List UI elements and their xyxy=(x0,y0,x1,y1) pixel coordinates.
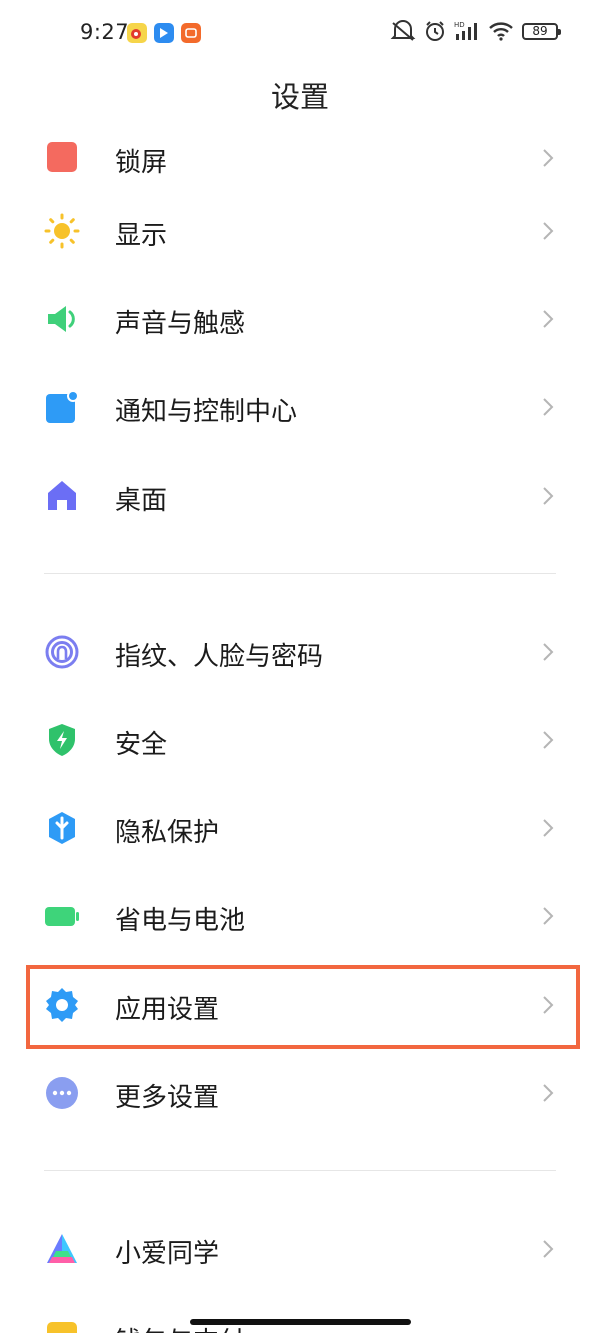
settings-item-security[interactable]: 安全 xyxy=(0,696,600,784)
notification-icon xyxy=(46,390,79,423)
chevron-right-icon xyxy=(543,907,554,925)
chevron-right-icon xyxy=(543,643,554,661)
settings-list: 锁屏 显示 声音与触感 通知与控制中心 桌面 指纹、人脸与密码 安全 隐私保护 … xyxy=(0,0,600,1333)
battery-icon xyxy=(45,907,79,926)
wallet-icon xyxy=(47,1322,77,1333)
chevron-right-icon xyxy=(543,819,554,837)
settings-item-app-settings[interactable]: 应用设置 xyxy=(0,961,600,1049)
settings-item-display[interactable]: 显示 xyxy=(0,187,600,275)
home-icon xyxy=(48,481,76,510)
settings-item-label: 指纹、人脸与密码 xyxy=(115,642,324,672)
settings-item-label: 隐私保护 xyxy=(115,818,220,848)
settings-item-label: 应用设置 xyxy=(115,995,220,1025)
settings-item-label: 安全 xyxy=(115,730,168,760)
settings-item-label: 桌面 xyxy=(115,486,168,516)
sun-icon xyxy=(44,213,80,249)
more-icon xyxy=(46,1077,78,1109)
gear-icon xyxy=(46,988,78,1022)
chevron-right-icon xyxy=(543,996,554,1014)
chevron-right-icon xyxy=(543,731,554,749)
fingerprint-icon xyxy=(45,635,79,669)
chevron-right-icon xyxy=(543,222,554,240)
chevron-right-icon xyxy=(543,149,554,167)
section-divider xyxy=(44,573,556,574)
settings-item-label: 锁屏 xyxy=(115,148,168,178)
xiaoai-icon xyxy=(47,1234,77,1263)
chevron-right-icon xyxy=(543,398,554,416)
settings-item-sound[interactable]: 声音与触感 xyxy=(0,275,600,363)
settings-item-wallet[interactable]: 钱包与支付 xyxy=(0,1293,600,1333)
settings-item-battery[interactable]: 省电与电池 xyxy=(0,872,600,960)
chevron-right-icon xyxy=(543,310,554,328)
speaker-icon xyxy=(48,306,75,332)
settings-item-label: 小爱同学 xyxy=(115,1239,220,1269)
settings-item-label: 显示 xyxy=(115,221,168,251)
settings-item-fingerprint[interactable]: 指纹、人脸与密码 xyxy=(0,608,600,696)
settings-item-xiaoai[interactable]: 小爱同学 xyxy=(0,1205,600,1293)
chevron-right-icon xyxy=(543,487,554,505)
section-divider xyxy=(44,1170,556,1171)
chevron-right-icon xyxy=(543,1240,554,1258)
shield-icon xyxy=(49,724,75,756)
chevron-right-icon xyxy=(543,1084,554,1102)
settings-item-home-screen[interactable]: 桌面 xyxy=(0,452,600,540)
lock-screen-icon xyxy=(47,142,77,172)
settings-item-label: 省电与电池 xyxy=(115,906,246,936)
home-indicator[interactable] xyxy=(190,1319,411,1325)
settings-item-label: 声音与触感 xyxy=(115,309,246,339)
settings-item-privacy[interactable]: 隐私保护 xyxy=(0,784,600,872)
settings-item-more-settings[interactable]: 更多设置 xyxy=(0,1049,600,1137)
settings-item-label: 更多设置 xyxy=(115,1083,220,1113)
settings-item-label: 通知与控制中心 xyxy=(115,397,298,427)
privacy-icon xyxy=(49,812,75,844)
settings-item-notifications[interactable]: 通知与控制中心 xyxy=(0,363,600,451)
